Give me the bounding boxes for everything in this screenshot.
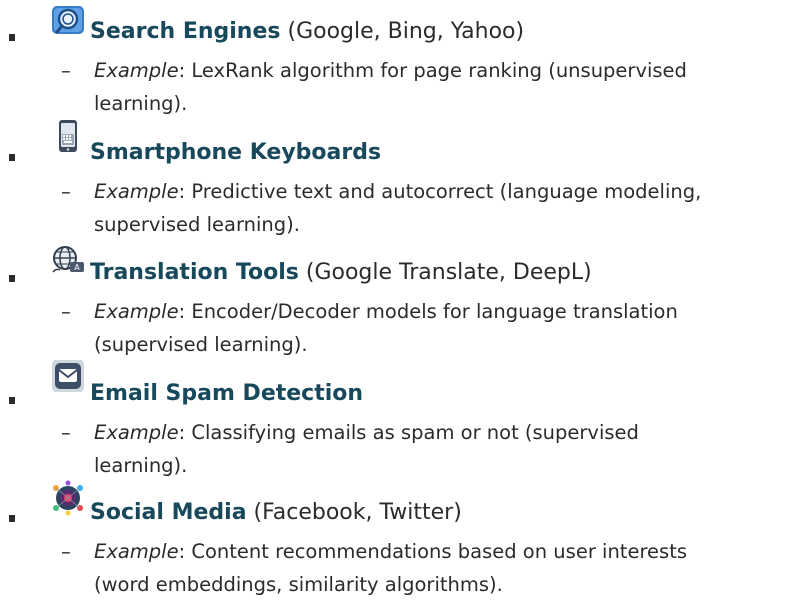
item-title: Search Engines: [90, 19, 281, 44]
example-line1: : Classifying emails as spam or not (sup…: [178, 421, 639, 444]
example-label: Example: [94, 180, 179, 203]
example-line2: (supervised learning).: [94, 333, 308, 356]
bullet-marker: [9, 275, 15, 282]
item-subtitle: (Facebook, Twitter): [253, 500, 462, 525]
bullet-marker: [9, 397, 15, 404]
dash-marker: –: [61, 59, 71, 82]
item-heading: Translation Tools (Google Translate, Dee…: [90, 259, 592, 287]
example-line2: (word embeddings, similarity algorithms)…: [94, 573, 503, 596]
bullet-marker: [9, 515, 15, 522]
envelope-icon: [52, 360, 84, 392]
slide-content: Search Engines (Google, Bing, Yahoo) – E…: [0, 0, 790, 613]
example-label: Example: [94, 540, 179, 563]
example-text: Example: LexRank algorithm for page rank…: [94, 54, 687, 87]
item-heading: Smartphone Keyboards: [90, 139, 381, 167]
item-heading: Email Spam Detection: [90, 380, 363, 408]
example-line2: learning).: [94, 454, 188, 477]
example-text: Example: Encoder/Decoder models for lang…: [94, 295, 678, 328]
dash-marker: –: [61, 300, 71, 323]
bullet-marker: [9, 154, 15, 161]
search-magnifier-icon: [52, 6, 84, 34]
example-line1: : Encoder/Decoder models for language tr…: [178, 300, 678, 323]
dash-marker: –: [61, 421, 71, 444]
translation-globe-icon: A: [52, 246, 84, 273]
dash-marker: –: [61, 180, 71, 203]
example-text: Example: Content recommendations based o…: [94, 535, 687, 568]
item-subtitle: (Google, Bing, Yahoo): [287, 19, 525, 44]
item-heading: Social Media (Facebook, Twitter): [90, 499, 462, 527]
example-label: Example: [94, 59, 179, 82]
item-title: Social Media: [90, 500, 247, 525]
dash-marker: –: [61, 540, 71, 563]
svg-text:A: A: [74, 263, 80, 272]
item-title: Email Spam Detection: [90, 381, 364, 406]
item-title: Smartphone Keyboards: [90, 140, 382, 165]
example-line2: learning).: [94, 92, 188, 115]
example-line1: : Content recommendations based on user …: [178, 540, 687, 563]
example-label: Example: [94, 300, 179, 323]
social-network-icon: [53, 480, 83, 516]
example-text: Example: Classifying emails as spam or n…: [94, 416, 639, 449]
example-line1: : Predictive text and autocorrect (langu…: [178, 180, 702, 203]
item-subtitle: (Google Translate, DeepL): [305, 260, 592, 285]
item-title: Translation Tools: [90, 260, 299, 285]
example-text: Example: Predictive text and autocorrect…: [94, 175, 701, 208]
smartphone-icon: [59, 120, 77, 152]
item-heading: Search Engines (Google, Bing, Yahoo): [90, 18, 524, 46]
example-label: Example: [94, 421, 179, 444]
example-line2: supervised learning).: [94, 213, 300, 236]
bullet-marker: [9, 34, 15, 41]
example-line1: : LexRank algorithm for page ranking (un…: [178, 59, 687, 82]
